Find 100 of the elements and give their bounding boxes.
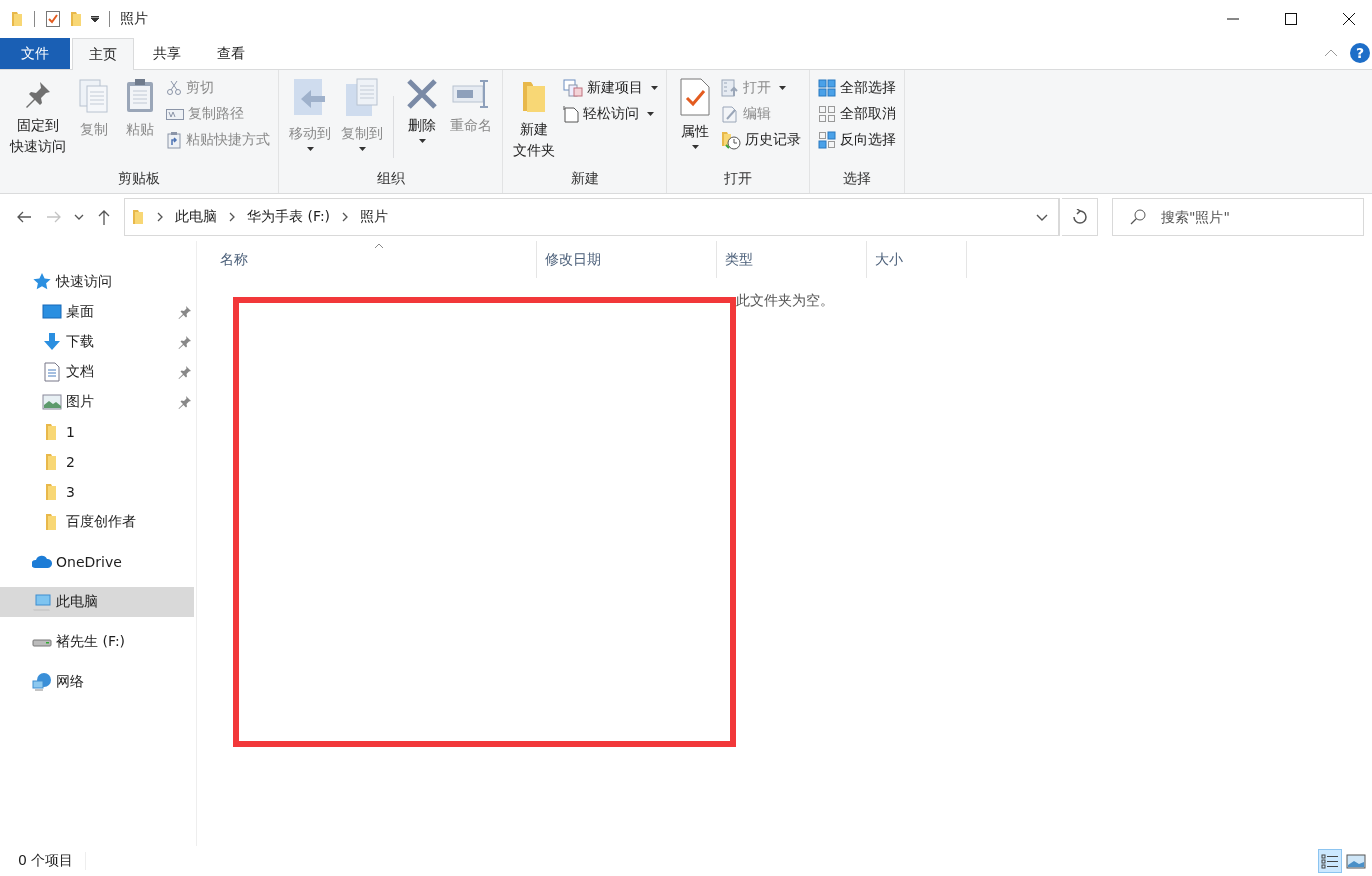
ribbon-button[interactable]: 属性 <box>673 76 717 149</box>
ribbon-button[interactable]: 删除 <box>400 76 444 143</box>
sidebar-item[interactable]: 此电脑 <box>0 587 194 617</box>
caret-down-icon <box>647 112 654 116</box>
breadcrumb-item[interactable]: 华为手表 (F:) <box>247 208 331 226</box>
sidebar-item[interactable]: 下载 <box>0 327 194 357</box>
address-bar[interactable]: 此电脑 华为手表 (F:) 照片 <box>124 198 1060 236</box>
network-icon <box>32 672 52 692</box>
down-arrow-icon <box>42 332 62 352</box>
ribbon-button[interactable]: 轻松访问 <box>561 102 660 126</box>
refresh-button[interactable] <box>1062 198 1098 236</box>
group-label: 剪贴板 <box>117 169 161 188</box>
column-header[interactable]: 名称 <box>212 241 537 278</box>
search-field[interactable]: 搜索"照片" <box>1112 198 1364 236</box>
chevron-down-icon <box>74 214 84 220</box>
sort-caret-icon <box>374 243 384 249</box>
column-header[interactable]: 类型 <box>717 241 867 278</box>
monitor-icon <box>42 302 62 322</box>
caret-down-icon <box>691 145 699 149</box>
back-arrow-icon <box>16 209 32 225</box>
open-icon <box>721 79 739 97</box>
sidebar-item[interactable]: 图片 <box>0 387 194 417</box>
chevron-right-icon <box>229 212 235 222</box>
caret-up-icon <box>1324 49 1338 57</box>
computer-icon <box>32 592 52 612</box>
group-label: 组织 <box>375 169 406 188</box>
ribbon-button[interactable]: 全部取消 <box>816 102 898 126</box>
file-menu-tab[interactable]: 文件 <box>0 38 70 69</box>
sidebar-item[interactable]: OneDrive <box>0 547 194 577</box>
refresh-icon <box>1071 209 1088 225</box>
folder-icon <box>10 9 24 28</box>
breadcrumb-item[interactable]: 照片 <box>360 208 389 226</box>
sidebar-item[interactable]: 快速访问 <box>0 267 194 297</box>
ribbon-button[interactable]: 固定到 快速访问 <box>6 76 70 157</box>
document-icon <box>42 362 62 382</box>
empty-folder-message: 此文件夹为空。 <box>734 292 835 310</box>
dropdown-icon <box>91 15 99 22</box>
star-icon <box>32 272 52 292</box>
ribbon-button[interactable]: 新建 文件夹 <box>509 76 559 161</box>
ribbon-button[interactable]: 全部选择 <box>816 76 898 100</box>
sidebar-item[interactable]: 文档 <box>0 357 194 387</box>
pin-icon <box>178 335 192 349</box>
edit-icon <box>721 105 739 123</box>
window-title: 照片 <box>120 9 148 28</box>
column-header[interactable]: 大小 <box>867 241 967 278</box>
empty-grid-icon <box>818 105 836 123</box>
document-icon <box>563 105 579 123</box>
ribbon-button[interactable]: 反向选择 <box>816 128 898 152</box>
pin-icon <box>178 305 192 319</box>
maximize-icon <box>1285 12 1297 25</box>
partial-grid-icon <box>818 131 836 149</box>
chevron-down-icon <box>1035 213 1048 221</box>
breadcrumb-item[interactable]: 此电脑 <box>175 208 217 226</box>
pin-icon <box>178 365 192 379</box>
search-icon <box>1130 209 1146 225</box>
documents-icon <box>78 78 110 114</box>
grid-icon <box>818 79 836 97</box>
item-count: 0 个项目 <box>18 852 87 870</box>
group-label: 打开 <box>723 169 753 188</box>
details-view-icon <box>1320 851 1340 871</box>
sidebar-item[interactable]: 褚先生 (F:) <box>0 627 194 657</box>
help-button[interactable]: ? <box>1350 43 1370 63</box>
ribbon-tab[interactable]: 主页 <box>72 38 134 70</box>
column-header[interactable]: 修改日期 <box>537 241 717 278</box>
close-icon <box>1343 12 1355 25</box>
caret-down-icon <box>358 147 366 151</box>
ribbon-button[interactable]: 历史记录 <box>719 128 803 152</box>
move-icon <box>293 78 327 118</box>
caret-down-icon <box>779 86 786 90</box>
pin-icon <box>178 395 192 409</box>
caret-down-icon <box>306 147 314 151</box>
caret-down-icon <box>418 139 426 143</box>
checkmark-document-icon <box>45 9 61 28</box>
shortcut-icon <box>166 131 182 149</box>
path-icon <box>166 107 184 121</box>
group-label: 新建 <box>569 169 600 188</box>
sidebar-item[interactable]: 百度创作者 <box>0 507 194 537</box>
large-icons-view-icon <box>1346 851 1366 871</box>
ribbon-tab[interactable]: 查看 <box>200 38 262 69</box>
sidebar-item[interactable]: 桌面 <box>0 297 194 327</box>
up-arrow-icon <box>97 209 111 225</box>
picture-icon <box>42 392 62 412</box>
clipboard-icon <box>125 78 155 114</box>
folder-icon <box>131 208 145 226</box>
group-label: 选择 <box>842 169 872 188</box>
sidebar-item[interactable]: 1 <box>0 417 194 447</box>
caret-down-icon <box>651 86 658 90</box>
copy-icon <box>345 78 379 118</box>
view-button[interactable] <box>1318 849 1342 873</box>
history-icon <box>721 130 741 150</box>
ribbon-tab[interactable]: 共享 <box>136 38 198 69</box>
chevron-right-icon <box>342 212 349 222</box>
rename-icon <box>452 78 490 110</box>
sidebar-item[interactable]: 2 <box>0 447 194 477</box>
ribbon-button[interactable]: 新建项目 <box>561 76 660 100</box>
folder-icon <box>69 9 83 28</box>
checkmark-document-icon <box>680 78 710 116</box>
sidebar-item[interactable]: 3 <box>0 477 194 507</box>
forward-arrow-icon <box>46 209 62 225</box>
sidebar-item[interactable]: 网络 <box>0 667 194 697</box>
